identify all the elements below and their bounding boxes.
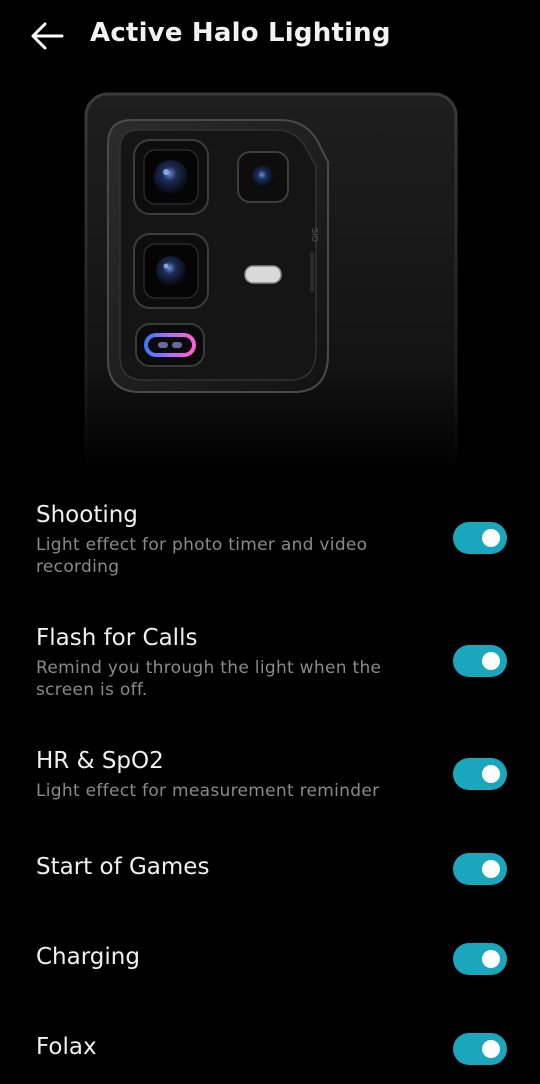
back-button[interactable] (22, 14, 74, 58)
toggle-knob (482, 1040, 500, 1058)
toggle-knob (482, 860, 500, 878)
setting-desc-shooting: Light effect for photo timer and video r… (36, 535, 368, 577)
setting-title-charging: Charging (36, 944, 140, 970)
page-title: Active Halo Lighting (90, 18, 391, 48)
setting-row-folax[interactable]: Folax (0, 1020, 540, 1080)
setting-title-shooting: Shooting (36, 502, 138, 528)
setting-desc-hr-spo2: Light effect for measurement reminder (36, 781, 380, 801)
toggle-flash-for-calls[interactable] (453, 645, 507, 677)
top-bar: Active Halo Lighting (0, 0, 540, 72)
setting-row-hr-spo2[interactable]: HR & SpO2 Light effect for measurement r… (0, 740, 540, 820)
setting-desc-flash-for-calls: Remind you through the light when the sc… (36, 658, 382, 700)
setting-title-flash-for-calls: Flash for Calls (36, 625, 198, 651)
setting-row-start-of-games[interactable]: Start of Games (0, 840, 540, 900)
setting-row-flash-for-calls[interactable]: Flash for Calls Remind you through the l… (0, 610, 540, 710)
toggle-start-of-games[interactable] (453, 853, 507, 885)
svg-text:SIO: SIO (310, 228, 319, 242)
arrow-left-icon (31, 22, 64, 50)
setting-row-charging[interactable]: Charging (0, 930, 540, 990)
toggle-folax[interactable] (453, 1033, 507, 1065)
setting-row-shooting[interactable]: Shooting Light effect for photo timer an… (0, 490, 540, 590)
toggle-knob (482, 765, 500, 783)
toggle-charging[interactable] (453, 943, 507, 975)
toggle-shooting[interactable] (453, 522, 507, 554)
toggle-knob (482, 529, 500, 547)
toggle-hr-spo2[interactable] (453, 758, 507, 790)
setting-title-hr-spo2: HR & SpO2 (36, 748, 164, 774)
setting-title-folax: Folax (36, 1034, 97, 1060)
toggle-knob (482, 950, 500, 968)
phone-camera-module-image: SIO (84, 92, 458, 464)
toggle-knob (482, 652, 500, 670)
setting-title-start-of-games: Start of Games (36, 854, 210, 880)
